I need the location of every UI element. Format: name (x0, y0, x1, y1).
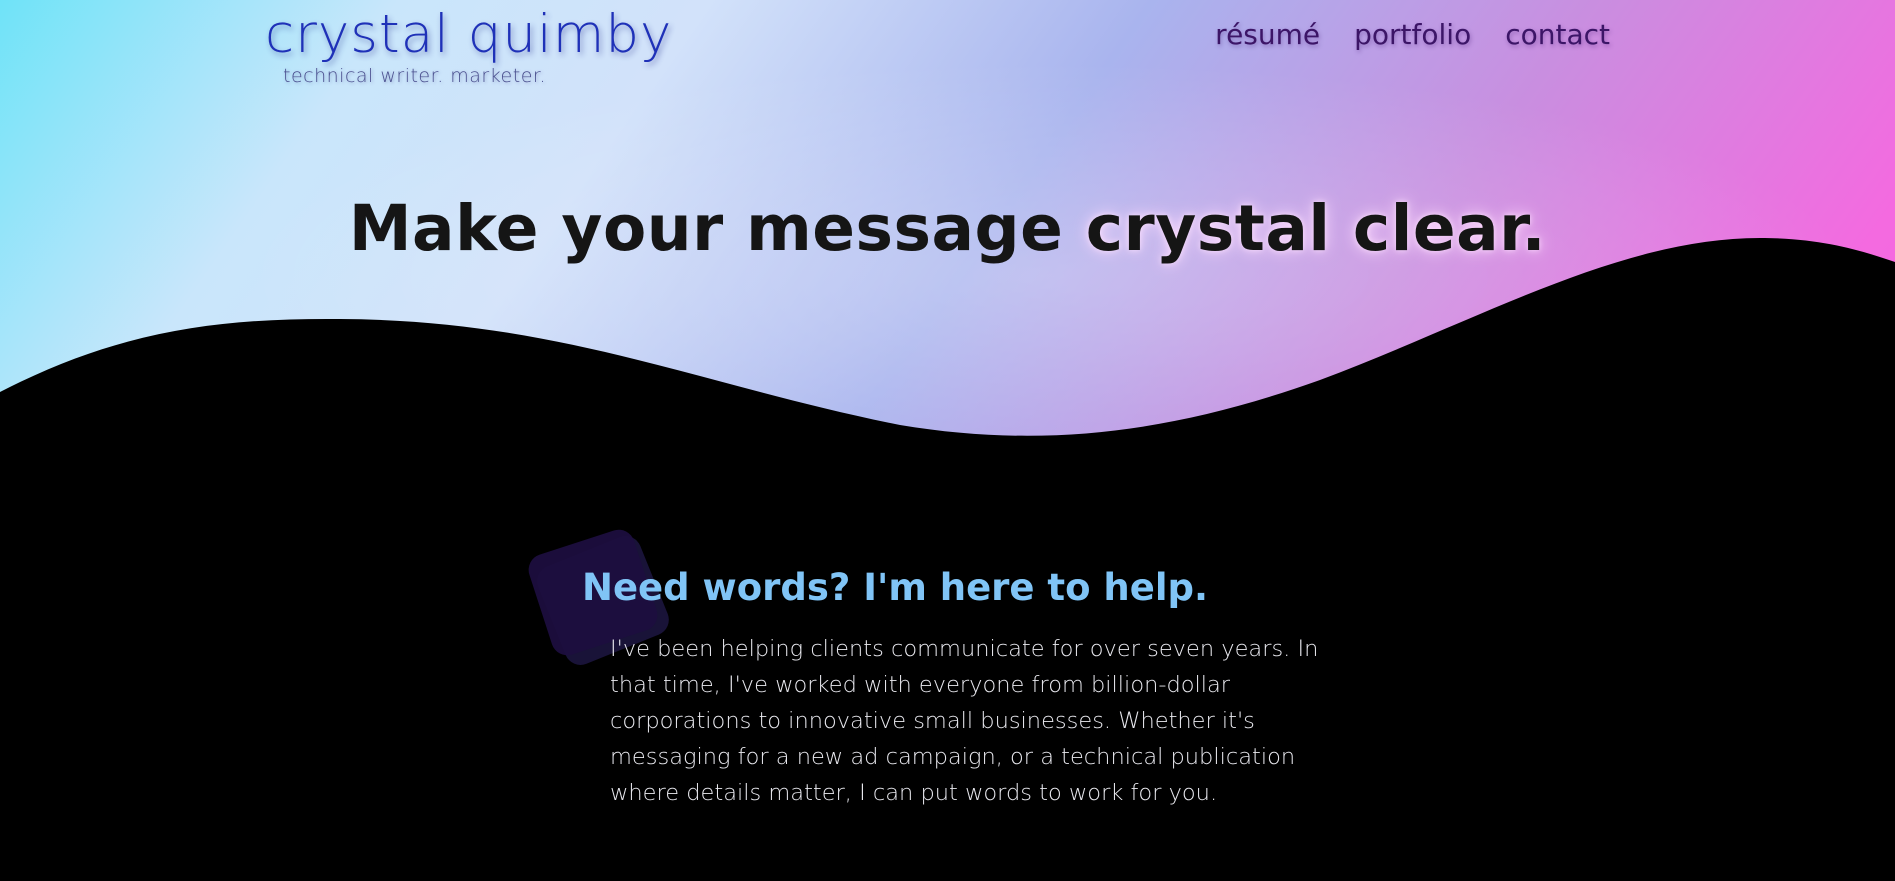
intro-title: Need words? I'm here to help. (582, 566, 1209, 609)
site-tagline: technical writer. marketer. (283, 65, 546, 87)
hero-headline-highlight: crystal clear. (1085, 192, 1547, 266)
nav-link-portfolio[interactable]: portfolio (1354, 18, 1471, 51)
hero-headline-lead: Make your message (348, 192, 1086, 266)
nav-link-resume[interactable]: résumé (1215, 18, 1320, 51)
site-logo[interactable]: crystal quimby technical writer. markete… (265, 8, 672, 87)
hero-headline: Make your message crystal clear. (0, 192, 1895, 265)
intro-body: I've been helping clients communicate fo… (610, 636, 1319, 806)
nav-link-contact[interactable]: contact (1505, 18, 1610, 51)
main-nav: résumé portfolio contact (1215, 18, 1610, 51)
site-name[interactable]: crystal quimby (265, 8, 672, 61)
